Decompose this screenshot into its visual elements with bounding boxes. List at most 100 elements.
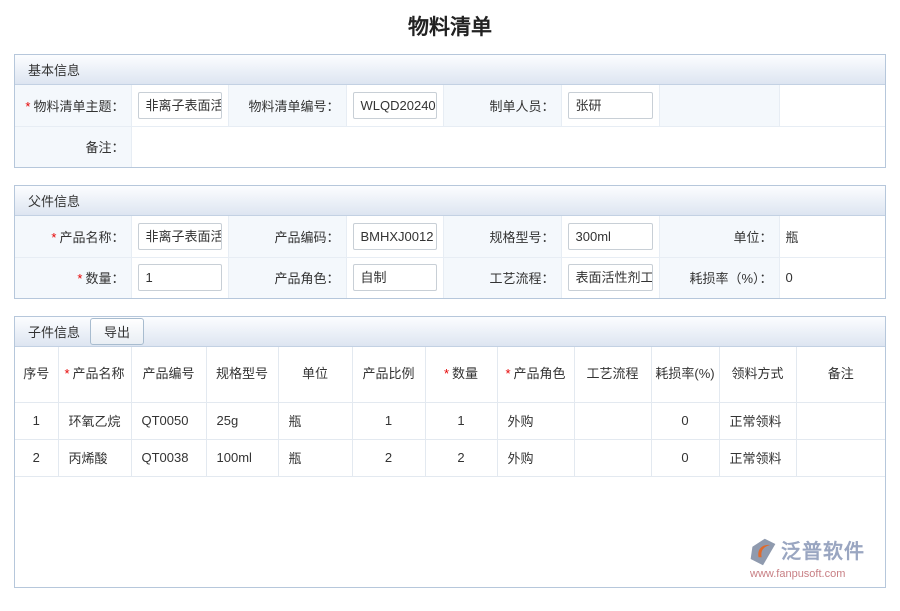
basic-info-form: *物料清单主题： 非离子表面活 物料清单编号： WLQD20240 制单人员： …: [15, 85, 885, 167]
cell-remark: [796, 439, 885, 476]
parent-info-title: 父件信息: [28, 191, 80, 210]
child-row: 2 丙烯酸 QT0038 100ml 瓶 2 2 外购 0 正常领料: [15, 439, 885, 476]
unit-label-cell: 单位：: [659, 216, 779, 257]
cell-loss: 0: [651, 402, 719, 439]
qty-input[interactable]: 1: [138, 264, 222, 291]
cell-no: 2: [15, 439, 58, 476]
required-asterisk: *: [444, 366, 449, 381]
cell-name: 丙烯酸: [58, 439, 131, 476]
subject-input[interactable]: 非离子表面活: [138, 92, 222, 119]
process-label-cell: 工艺流程：: [443, 257, 561, 298]
brand-url: www.fanpusoft.com: [748, 568, 883, 580]
col-process: 工艺流程: [574, 347, 651, 402]
creator-input[interactable]: 张研: [568, 92, 653, 119]
required-asterisk: *: [51, 230, 56, 245]
cell-qty: 2: [425, 439, 497, 476]
col-qty: *数量: [425, 347, 497, 402]
qty-label: 数量：: [85, 271, 124, 286]
creator-label-cell: 制单人员：: [443, 85, 561, 126]
basic-row-1: *物料清单主题： 非离子表面活 物料清单编号： WLQD20240 制单人员： …: [15, 85, 885, 126]
list-code-input[interactable]: WLQD20240: [353, 92, 437, 119]
product-name-label-cell: *产品名称：: [15, 216, 131, 257]
cell-remark: [796, 402, 885, 439]
list-code-label-cell: 物料清单编号：: [228, 85, 346, 126]
child-info-title: 子件信息: [28, 322, 80, 341]
cell-unit: 瓶: [278, 439, 352, 476]
cell-code: QT0038: [131, 439, 206, 476]
cell-code: QT0050: [131, 402, 206, 439]
subject-label: 物料清单主题：: [33, 99, 124, 114]
col-loss: 耗损率(%): [651, 347, 719, 402]
spec-input[interactable]: 300ml: [568, 223, 653, 250]
role-input[interactable]: 自制: [353, 264, 437, 291]
col-ratio: 产品比例: [352, 347, 425, 402]
parent-info-panel: 父件信息 *产品名称： 非离子表面活 产品编码： BMHXJ0012 规格型号：: [14, 185, 886, 299]
required-asterisk: *: [505, 366, 510, 381]
cell-role: 外购: [497, 402, 574, 439]
fanpu-logo-icon: [748, 537, 778, 567]
subject-label-cell: *物料清单主题：: [15, 85, 131, 126]
remark-input[interactable]: [131, 126, 885, 167]
remark-label: 备注：: [85, 140, 124, 155]
parent-row-1: *产品名称： 非离子表面活 产品编码： BMHXJ0012 规格型号： 300m…: [15, 216, 885, 257]
child-items-table: 序号 *产品名称 产品编号 规格型号 单位 产品比例 *数量 *产品角色 工艺流…: [15, 347, 885, 477]
col-role: *产品角色: [497, 347, 574, 402]
col-product-code: 产品编号: [131, 347, 206, 402]
list-code-label: 物料清单编号：: [248, 99, 339, 114]
empty-value-cell: [779, 85, 885, 126]
parent-info-form: *产品名称： 非离子表面活 产品编码： BMHXJ0012 规格型号： 300m…: [15, 216, 885, 298]
basic-info-title: 基本信息: [28, 60, 80, 79]
col-spec: 规格型号: [206, 347, 278, 402]
brand-name: 泛普软件: [781, 541, 865, 563]
page-title: 物料清单: [0, 11, 900, 41]
basic-row-2: 备注：: [15, 126, 885, 167]
required-asterisk: *: [64, 366, 69, 381]
required-asterisk: *: [77, 271, 82, 286]
basic-info-panel: 基本信息 *物料清单主题： 非离子表面活 物料清单编号： WLQD20240 制…: [14, 54, 886, 168]
product-code-label-cell: 产品编码：: [228, 216, 346, 257]
spec-label-cell: 规格型号：: [443, 216, 561, 257]
cell-process: [574, 402, 651, 439]
empty-label-cell: [659, 85, 779, 126]
cell-unit: 瓶: [278, 402, 352, 439]
cell-process: [574, 439, 651, 476]
qty-label-cell: *数量：: [15, 257, 131, 298]
child-table-header-row: 序号 *产品名称 产品编号 规格型号 单位 产品比例 *数量 *产品角色 工艺流…: [15, 347, 885, 402]
loss-label-cell: 耗损率（%）：: [659, 257, 779, 298]
cell-spec: 25g: [206, 402, 278, 439]
unit-label: 单位：: [733, 230, 772, 245]
spec-label: 规格型号：: [489, 230, 554, 245]
product-name-label: 产品名称：: [59, 230, 124, 245]
product-code-input[interactable]: BMHXJ0012: [353, 223, 437, 250]
col-remark: 备注: [796, 347, 885, 402]
parent-row-2: *数量： 1 产品角色： 自制 工艺流程： 表面活性剂工 耗损率（%）： 0: [15, 257, 885, 298]
loss-value: 0: [779, 257, 885, 298]
cell-role: 外购: [497, 439, 574, 476]
remark-label-cell: 备注：: [15, 126, 131, 167]
col-pick: 领料方式: [719, 347, 796, 402]
col-product-name: *产品名称: [58, 347, 131, 402]
process-input[interactable]: 表面活性剂工: [568, 264, 653, 291]
loss-label: 耗损率（%）：: [689, 271, 772, 286]
unit-value: 瓶: [779, 216, 885, 257]
cell-ratio: 2: [352, 439, 425, 476]
child-row: 1 环氧乙烷 QT0050 25g 瓶 1 1 外购 0 正常领料: [15, 402, 885, 439]
product-name-input[interactable]: 非离子表面活: [138, 223, 222, 250]
col-unit: 单位: [278, 347, 352, 402]
child-info-header: 子件信息 导出: [15, 317, 885, 347]
parent-info-header: 父件信息: [15, 186, 885, 216]
cell-qty: 1: [425, 402, 497, 439]
fanpu-watermark: 泛普软件 www.fanpusoft.com: [748, 537, 883, 580]
product-code-label: 产品编码：: [274, 230, 339, 245]
cell-pick: 正常领料: [719, 439, 796, 476]
cell-ratio: 1: [352, 402, 425, 439]
cell-loss: 0: [651, 439, 719, 476]
role-label-cell: 产品角色：: [228, 257, 346, 298]
required-asterisk: *: [25, 99, 30, 114]
basic-info-header: 基本信息: [15, 55, 885, 85]
creator-label: 制单人员：: [489, 99, 554, 114]
export-button[interactable]: 导出: [90, 318, 144, 345]
cell-name: 环氧乙烷: [58, 402, 131, 439]
child-info-panel: 子件信息 导出 序号 *产品名称 产品编号 规格型号 单位 产品比例 *数量 *…: [14, 316, 886, 588]
cell-spec: 100ml: [206, 439, 278, 476]
